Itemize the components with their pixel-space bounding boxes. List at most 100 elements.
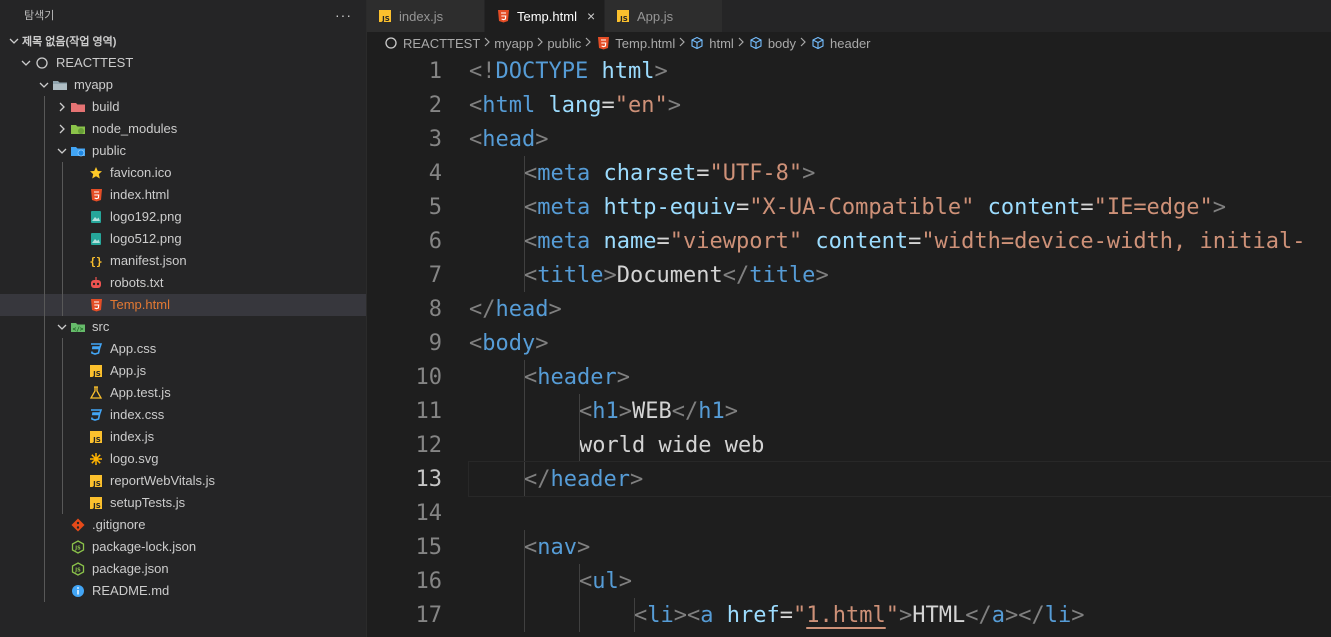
indent-guide <box>44 580 45 602</box>
tree-file-index-css[interactable]: index.css <box>0 404 366 426</box>
code-token: HTML <box>912 602 966 628</box>
tree-file-logo512-png[interactable]: logo512.png <box>0 228 366 250</box>
breadcrumb-item-header[interactable]: header <box>810 35 871 51</box>
code-line[interactable]: 7 < title > Document </title > <box>367 258 1331 292</box>
tree-file-index-html[interactable]: index.html <box>0 184 366 206</box>
svg-text:JS: JS <box>92 436 101 444</box>
code-token: WEB <box>632 398 672 424</box>
tree-file-package-lock-json[interactable]: JS package-lock.json <box>0 536 366 558</box>
indent-guide <box>62 250 63 272</box>
tree-folder-myapp[interactable]: myapp <box>0 74 366 96</box>
tree-item-label: App.js <box>110 363 147 378</box>
code-line[interactable]: 9 < body > <box>367 326 1331 360</box>
tree-file-readme-md[interactable]: README.md <box>0 580 366 602</box>
tree-file-robots-txt[interactable]: robots.txt <box>0 272 366 294</box>
breadcrumb-item-reacttest[interactable]: REACTTEST <box>383 35 480 51</box>
indent-guide <box>579 428 580 462</box>
code-token: < <box>469 92 483 118</box>
code-token: < <box>524 534 538 560</box>
tree-file-manifest-json[interactable]: {} manifest.json <box>0 250 366 272</box>
tree-folder-build[interactable]: build <box>0 96 366 118</box>
code-line[interactable]: 15 < nav > <box>367 530 1331 564</box>
tree-file-logo192-png[interactable]: logo192.png <box>0 206 366 228</box>
tree-file-gitignore[interactable]: .gitignore <box>0 514 366 536</box>
indent-guide <box>62 228 63 250</box>
js-icon: JS <box>88 363 104 379</box>
tree-folder-src[interactable]: </> src <box>0 316 366 338</box>
svg-text:JS: JS <box>619 15 628 23</box>
breadcrumb-item-body[interactable]: body <box>748 35 796 51</box>
tree-file-index-js[interactable]: JS index.js <box>0 426 366 448</box>
tree-file-setuptests-js[interactable]: JS setupTests.js <box>0 492 366 514</box>
code-token: </ <box>965 602 992 628</box>
code-line[interactable]: 8 </head > <box>367 292 1331 326</box>
code-token: h1 <box>698 398 725 424</box>
code-line[interactable]: 10 < header > <box>367 360 1331 394</box>
js-icon: JS <box>88 429 104 445</box>
tree-file-favicon-ico[interactable]: favicon.ico <box>0 162 366 184</box>
indent-guide <box>62 294 63 316</box>
code-line[interactable]: 17 < li >< a href = " 1.html " > HTML </a ></li > <box>367 598 1331 632</box>
line-number: 3 <box>428 126 442 152</box>
tree-file-app-test-js[interactable]: App.test.js <box>0 382 366 404</box>
code-line[interactable]: 4 < meta charset = "UTF-8" > <box>367 156 1331 190</box>
breadcrumb-item-html[interactable]: html <box>689 35 734 51</box>
code-line[interactable]: 13 </header > <box>367 461 1331 497</box>
folder-build-icon <box>70 99 86 115</box>
code-line[interactable]: 16 < ul > <box>367 564 1331 598</box>
tree-file-reportwebvitals-js[interactable]: JS reportWebVitals.js <box>0 470 366 492</box>
breadcrumb-item-myapp[interactable]: myapp <box>494 36 533 51</box>
breadcrumb-label: html <box>709 35 734 51</box>
code-token: "width=device-width, initial- <box>921 228 1306 254</box>
chevron-down-icon <box>36 77 52 93</box>
code-text: < meta http-equiv = "X-UA-Compatible" conte… <box>469 190 1331 224</box>
code-line[interactable]: 2 < html lang = "en" > <box>367 88 1331 122</box>
tree-file-temp-html[interactable]: Temp.html <box>0 294 366 316</box>
indent-guide <box>62 184 63 206</box>
code-line[interactable]: 12 world wide web <box>367 428 1331 462</box>
close-icon[interactable]: × <box>587 8 595 24</box>
tree-folder-reacttest[interactable]: REACTTEST <box>0 52 366 74</box>
code-text: < header > <box>469 360 1331 394</box>
tree-file-app-css[interactable]: App.css <box>0 338 366 360</box>
tree-folder-public[interactable]: public <box>0 140 366 162</box>
code-line[interactable]: 6 < meta name = "viewport" content = "width=de… <box>367 224 1331 258</box>
breadcrumb-item-public[interactable]: public <box>547 36 581 51</box>
tree-folder-node-modules[interactable]: node_modules <box>0 118 366 140</box>
code-line[interactable]: 11 < h1 > WEB </h1 > <box>367 394 1331 428</box>
tab-app-js[interactable]: JS App.js <box>605 0 723 32</box>
code-token: h1 <box>592 398 619 424</box>
code-token: meta <box>537 160 591 186</box>
more-actions-button[interactable]: ··· <box>335 7 352 23</box>
tree-item-label: reportWebVitals.js <box>110 473 216 488</box>
tab-index-js[interactable]: JS index.js <box>367 0 485 32</box>
tree-file-package-json[interactable]: JS package.json <box>0 558 366 580</box>
breadcrumb-item-temp-html[interactable]: Temp.html <box>595 35 675 51</box>
tree-file-logo-svg[interactable]: logo.svg <box>0 448 366 470</box>
code-line[interactable]: 1 <! DOCTYPE html > <box>367 54 1331 88</box>
code-token: = <box>779 602 793 628</box>
code-line[interactable]: 3 < head > <box>367 122 1331 156</box>
code-token: world wide web <box>579 432 765 458</box>
tree-file-app-js[interactable]: JS App.js <box>0 360 366 382</box>
tab-temp-html[interactable]: Temp.html × <box>485 0 605 32</box>
code-line[interactable]: 5 < meta http-equiv = "X-UA-Compatible" cont… <box>367 190 1331 224</box>
code-line[interactable]: 14 <box>367 496 1331 530</box>
tree-item-label: package.json <box>92 561 169 576</box>
tab-bar: JS index.js Temp.html × JS App.js <box>367 0 1331 32</box>
code-text: <! DOCTYPE html > <box>469 54 1331 88</box>
workspace-header[interactable]: 제목 없음(작업 영역) <box>0 30 366 52</box>
svg-text:JS: JS <box>381 15 390 23</box>
code-token: > <box>724 398 738 424</box>
code-editor[interactable]: 1 <! DOCTYPE html >2 < html lang = "en" >3 < head >… <box>367 54 1331 637</box>
code-token: > <box>535 126 549 152</box>
